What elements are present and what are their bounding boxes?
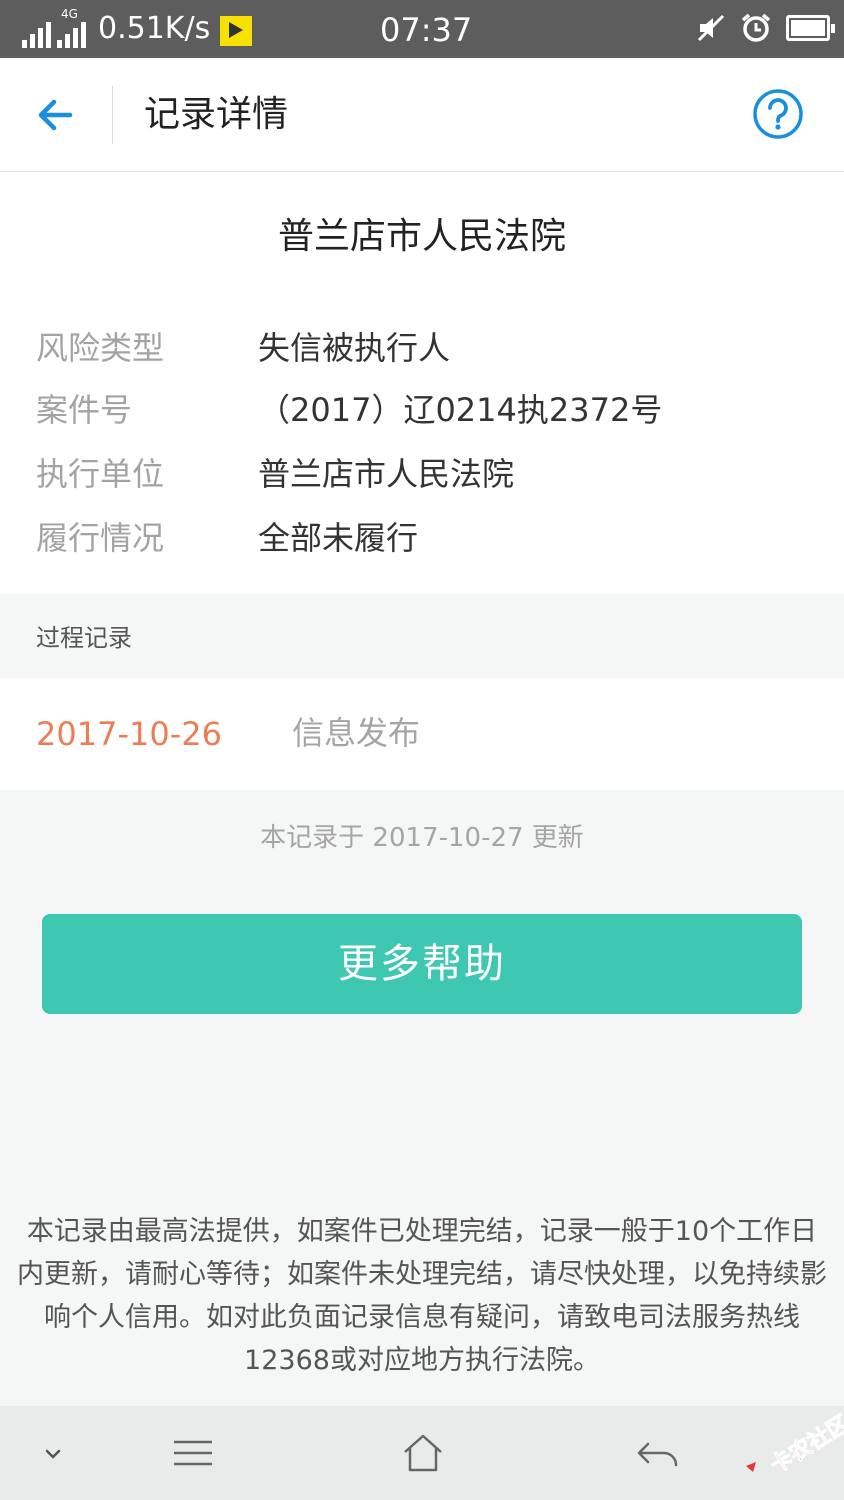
more-help-button[interactable]: 更多帮助: [42, 914, 802, 1014]
record-text: 信息发布: [292, 714, 421, 752]
home-icon[interactable]: [400, 1430, 446, 1476]
header-divider: [112, 86, 113, 144]
section-title-process: 过程记录: [36, 624, 132, 652]
status-left: 4G 0.51K/s: [22, 8, 253, 48]
detail-label: 履行情况: [36, 519, 165, 557]
notice-line: 本记录由最高法提供，如案件已处理完结，记录一般于10个工作日: [26, 1216, 818, 1247]
notice-line: 12368或对应地方执行法院。: [244, 1345, 600, 1376]
mute-icon: [697, 14, 725, 42]
notice-line: 内更新，请耐心等待；如案件未处理完结，请尽快处理，以免持续影: [17, 1259, 827, 1290]
detail-label: 风险类型: [36, 329, 165, 367]
alarm-icon: [741, 13, 771, 42]
system-nav-bar: [0, 1406, 844, 1500]
battery-icon: [786, 15, 835, 41]
detail-value: 全部未履行: [258, 519, 419, 557]
page-title: 记录详情: [144, 94, 289, 135]
chevron-down-icon[interactable]: [30, 1430, 76, 1476]
watermark-logo: 卡农社区: [746, 1410, 844, 1479]
list-item: 2017-10-26 信息发布: [0, 678, 844, 790]
flag-icon: [220, 16, 253, 46]
signal-icon: [22, 18, 51, 48]
court-name: 普兰店市人民法院: [277, 216, 566, 257]
status-right: [696, 12, 835, 44]
network-speed: 0.51K/s: [98, 11, 211, 46]
svg-text:卡农社区: 卡农社区: [766, 1410, 844, 1478]
status-bar: 4G 0.51K/s 07:37: [0, 0, 844, 58]
notice-text: 本记录由最高法提供，如案件已处理完结，记录一般于10个工作日 内更新，请耐心等待…: [0, 1210, 844, 1382]
app-header: 记录详情: [0, 58, 844, 172]
menu-icon[interactable]: [170, 1430, 216, 1476]
record-date: 2017-10-26: [36, 715, 222, 753]
updated-note: 本记录于 2017-10-27 更新: [260, 823, 584, 853]
detail-value: （2017）辽0214执2372号: [258, 391, 663, 429]
question-circle-icon[interactable]: [752, 88, 804, 140]
back-icon[interactable]: [634, 1430, 680, 1476]
detail-value: 失信被执行人: [258, 329, 451, 367]
detail-label: 案件号: [36, 391, 133, 429]
arrow-left-icon[interactable]: [32, 90, 82, 140]
notice-line: 响个人信用。如对此负面记录信息有疑问，请致电司法服务热线: [44, 1302, 800, 1333]
clock: 07:37: [380, 11, 473, 49]
court-card: 普兰店市人民法院 风险类型 失信被执行人 案件号 （2017）辽0214执237…: [0, 172, 844, 594]
detail-label: 执行单位: [36, 455, 165, 493]
detail-value: 普兰店市人民法院: [258, 455, 515, 493]
data-icon: 4G: [57, 8, 86, 48]
